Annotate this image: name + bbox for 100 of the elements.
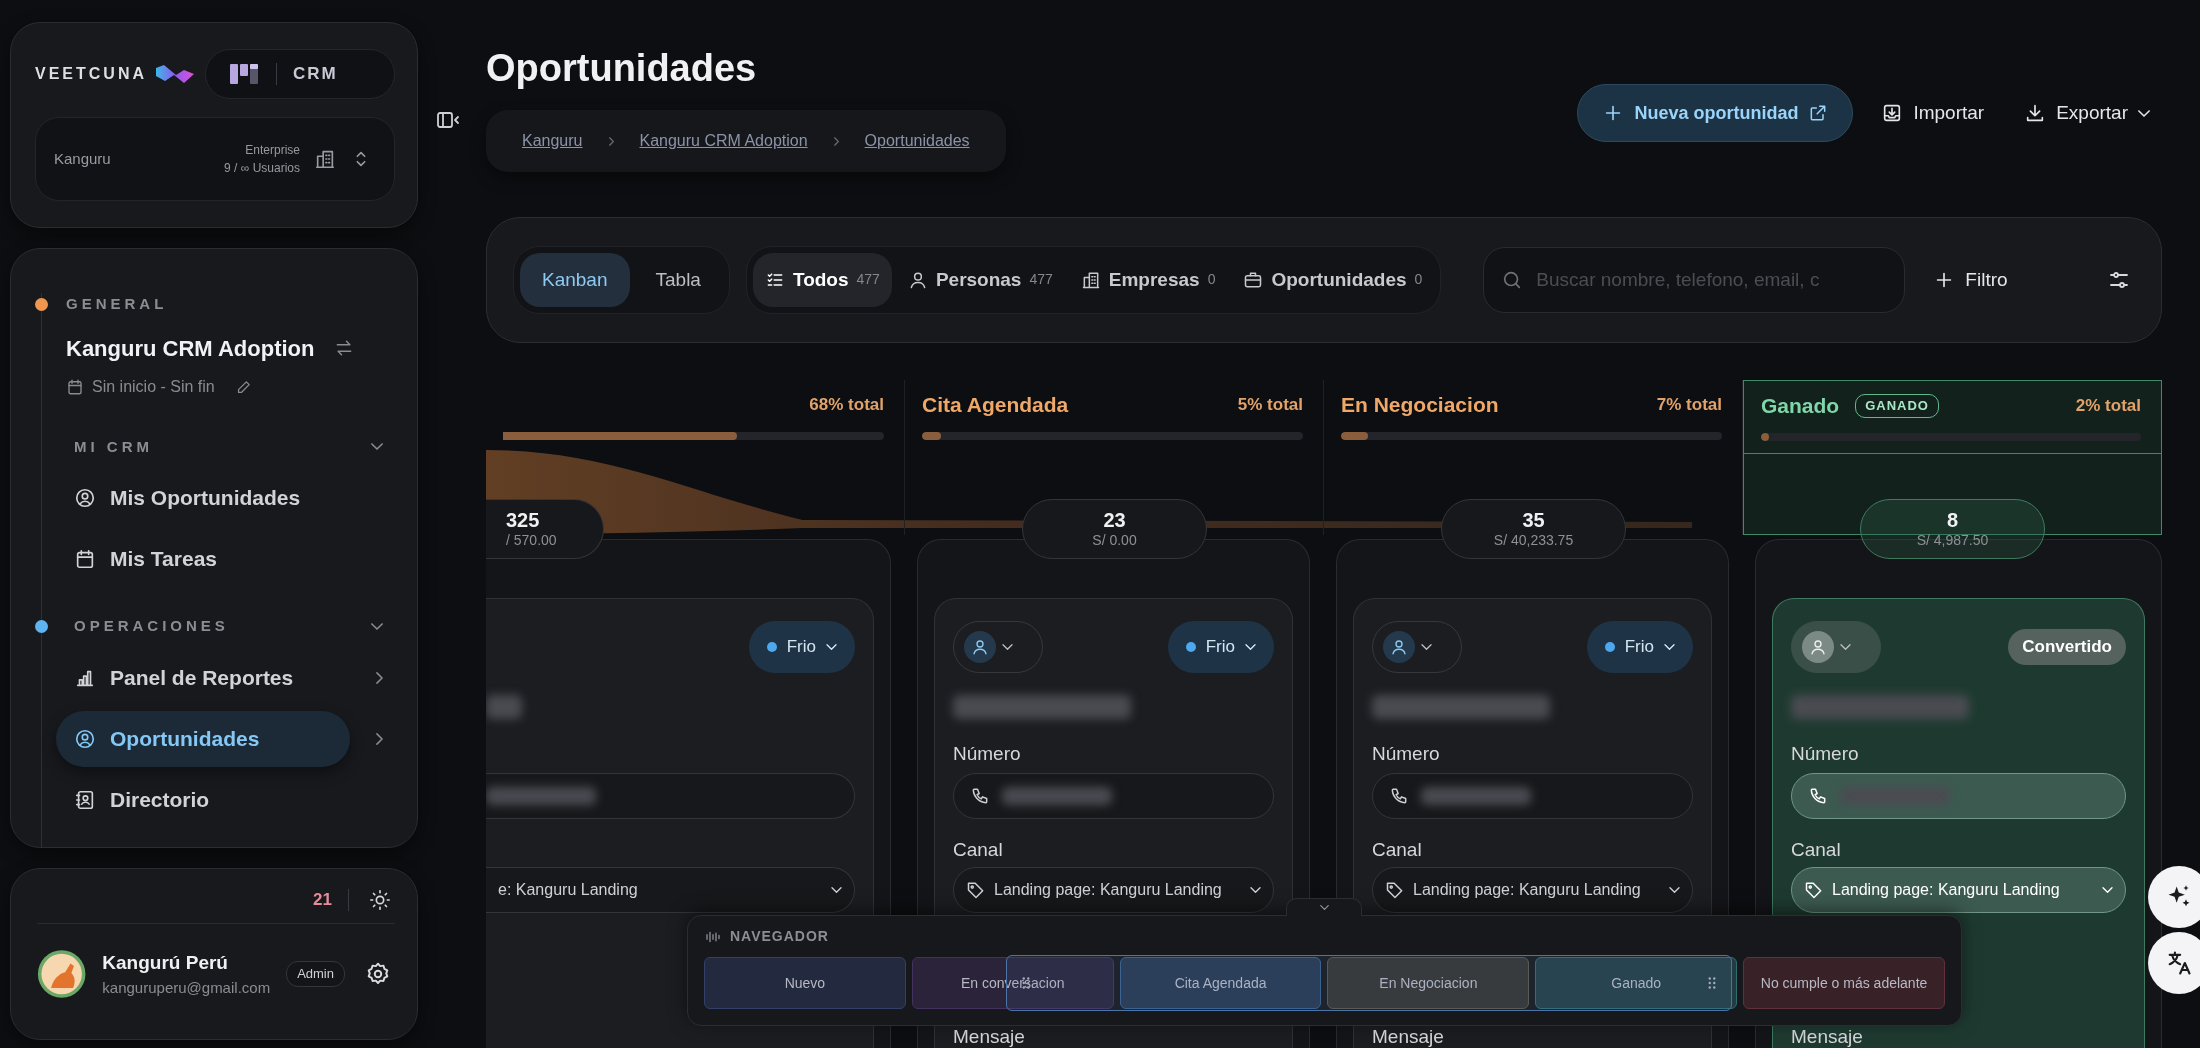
- navigator-stage[interactable]: Ganado: [1535, 957, 1738, 1009]
- user-circle-icon: [74, 487, 96, 509]
- status-dot: [766, 641, 777, 652]
- chevron-down-icon: [2138, 109, 2150, 117]
- organization-selector[interactable]: Kanguru Enterprise 9 / ∞ Usuarios: [35, 117, 395, 201]
- phone-field[interactable]: [953, 772, 1274, 819]
- stage-share: 68% total: [809, 394, 884, 417]
- breadcrumb-link[interactable]: Kanguru CRM Adoption: [639, 128, 808, 153]
- nav-item[interactable]: Oportunidades: [56, 710, 350, 767]
- import-button[interactable]: Importar: [1869, 84, 1997, 142]
- stage-total-pill: 23 S/ 0.00: [1022, 498, 1207, 559]
- field-label: Canal: [1372, 838, 1423, 861]
- nav-item[interactable]: Panel de Reportes: [56, 649, 350, 706]
- chevron-down-icon: [1664, 643, 1675, 650]
- nav-item[interactable]: Mis Oportunidades: [56, 470, 350, 526]
- filter-button[interactable]: Filtro: [1921, 250, 2020, 309]
- section-header[interactable]: MI CRM: [74, 435, 383, 458]
- stage-share: 5% total: [1237, 394, 1303, 417]
- channel-select[interactable]: Landing page: Kanguru Landing: [1791, 866, 2126, 913]
- phone-field[interactable]: [486, 772, 855, 819]
- notification-count: 21: [313, 889, 332, 912]
- user-icon: [1390, 637, 1408, 656]
- new-opportunity-button[interactable]: Nueva oportunidad: [1577, 84, 1854, 142]
- navigator-stage[interactable]: No cumple o más adelante: [1743, 957, 1945, 1009]
- field-label: Número: [1372, 742, 1441, 765]
- calendar-icon: [66, 378, 84, 396]
- brand-logo-icon: [155, 64, 195, 84]
- field-label: Mensaje: [953, 1026, 1026, 1046]
- navigator-stage[interactable]: En Negociacion: [1327, 957, 1530, 1009]
- chevron-down-icon: [1421, 643, 1432, 650]
- status-dropdown[interactable]: Frio: [748, 620, 855, 673]
- field-label: Número: [1791, 742, 1860, 765]
- status-dropdown[interactable]: Frio: [1586, 620, 1693, 673]
- nav-item[interactable]: Directorio: [56, 771, 350, 828]
- status-badge: Convertido: [2008, 628, 2126, 665]
- stage-share: 2% total: [2075, 395, 2141, 418]
- view-tab[interactable]: Kanban: [520, 252, 630, 307]
- view-tab[interactable]: Tabla: [633, 252, 723, 307]
- section-label: GENERAL: [66, 294, 168, 314]
- breadcrumb-link[interactable]: Kanguru: [522, 128, 583, 153]
- chevron-down-icon: [1840, 643, 1851, 650]
- filter-tab[interactable]: Personas 477: [895, 252, 1065, 307]
- user-name: Kangurú Perú: [102, 950, 229, 975]
- field-label: Mensaje: [1791, 1026, 1864, 1046]
- chevron-down-icon: [1245, 643, 1256, 650]
- building-icon: [314, 148, 336, 170]
- filter-tab[interactable]: Todos 477: [752, 252, 892, 307]
- channel-select[interactable]: Landing page: Kanguru Landing: [1372, 866, 1693, 913]
- field-label: Canal: [1791, 838, 1842, 861]
- blurred-text: [486, 694, 522, 719]
- stage-title: En Negociacion: [1341, 392, 1499, 419]
- stage-title: Cita Agendada: [922, 392, 1069, 419]
- status-dropdown[interactable]: Frio: [1167, 620, 1274, 673]
- project-title: Kanguru CRM Adoption: [66, 334, 315, 363]
- chevron-down-icon: [1250, 886, 1261, 893]
- user-circle-icon: [74, 727, 96, 750]
- brand-name: VEETCUNA: [35, 64, 147, 84]
- stage-share: 7% total: [1656, 394, 1722, 417]
- filter-tab[interactable]: Empresas 0: [1068, 252, 1228, 307]
- sun-icon: [369, 889, 391, 911]
- chevron-right-icon: [833, 137, 839, 147]
- breadcrumb-link[interactable]: Oportunidades: [864, 128, 970, 153]
- page-title: Oportunidades: [486, 48, 758, 90]
- calendar-icon: [74, 548, 96, 570]
- status-dot: [1185, 641, 1196, 652]
- navigator-stage[interactable]: Nuevo: [704, 957, 906, 1009]
- chevron-down-icon: [1002, 643, 1013, 650]
- user-icon: [971, 637, 989, 656]
- channel-select[interactable]: Landing page: Kanguru Landing: [953, 866, 1274, 913]
- user-icon: [1809, 637, 1827, 656]
- filter-tab[interactable]: Oportunidades 0: [1231, 252, 1435, 307]
- stage-total-pill: 35 S/ 40,233.75: [1441, 498, 1626, 559]
- stage-total-pill: 325 / 570.00: [486, 498, 604, 559]
- chevron-down-icon: [1319, 905, 1329, 910]
- chevron-down-icon: [1669, 886, 1680, 893]
- navigator-stage[interactable]: Cita Agendada: [1119, 957, 1322, 1009]
- search-field[interactable]: Buscar nombre, telefono, email, c: [1483, 246, 1906, 313]
- stage-title: Ganado: [1761, 393, 1840, 420]
- status-dot: [1604, 641, 1615, 652]
- nav-item[interactable]: Mis Tareas: [56, 531, 350, 587]
- channel-select[interactable]: e: Kanguru Landing: [486, 866, 855, 913]
- contact-book-icon: [74, 788, 96, 811]
- kanban-app-icon: [230, 63, 260, 85]
- phone-field[interactable]: [1791, 772, 2126, 819]
- phone-field[interactable]: [1372, 772, 1693, 819]
- chevron-down-icon: [831, 886, 842, 893]
- user-email: kanguruperu@gmail.com: [102, 978, 271, 998]
- section-header[interactable]: OPERACIONES: [74, 615, 383, 638]
- panel-title: NAVEGADOR: [730, 927, 829, 946]
- field-label: Número: [953, 742, 1022, 765]
- chevron-right-icon: [608, 137, 614, 147]
- date-range: Sin inicio - Sin fin: [92, 377, 215, 397]
- chevron-down-icon: [826, 643, 837, 650]
- role-badge: Admin: [286, 961, 345, 987]
- settings-icon: [365, 961, 391, 987]
- export-button[interactable]: Exportar: [2012, 84, 2162, 142]
- field-label: Canal: [953, 838, 1004, 861]
- chevron-down-icon: [2102, 886, 2113, 893]
- field-label: Mensaje: [1372, 1026, 1445, 1046]
- app-switcher[interactable]: CRM: [205, 49, 395, 99]
